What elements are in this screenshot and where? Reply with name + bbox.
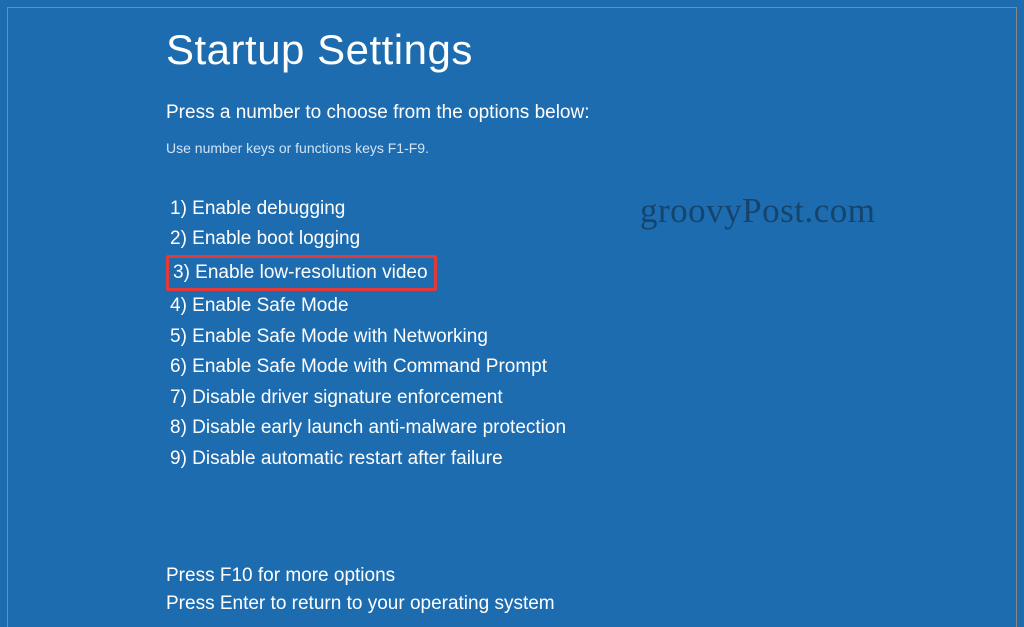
option-8-disable-anti-malware[interactable]: 8) Disable early launch anti-malware pro… bbox=[166, 413, 572, 443]
instruction-subtitle: Press a number to choose from the option… bbox=[166, 102, 1016, 124]
main-content: Startup Settings Press a number to choos… bbox=[8, 8, 1016, 619]
option-1-debugging[interactable]: 1) Enable debugging bbox=[166, 194, 351, 224]
option-4-safe-mode[interactable]: 4) Enable Safe Mode bbox=[166, 291, 355, 321]
watermark-text: groovyPost.com bbox=[640, 191, 875, 231]
footer-instructions: Press F10 for more options Press Enter t… bbox=[166, 562, 1016, 619]
key-hint: Use number keys or functions keys F1-F9. bbox=[166, 140, 1016, 156]
footer-return: Press Enter to return to your operating … bbox=[166, 590, 1016, 619]
option-9-disable-auto-restart[interactable]: 9) Disable automatic restart after failu… bbox=[166, 444, 509, 474]
option-3-low-resolution-video[interactable]: 3) Enable low-resolution video bbox=[166, 255, 437, 291]
footer-more-options: Press F10 for more options bbox=[166, 562, 1016, 591]
options-list: 1) Enable debugging 2) Enable boot loggi… bbox=[166, 194, 1016, 474]
option-5-safe-mode-networking[interactable]: 5) Enable Safe Mode with Networking bbox=[166, 322, 494, 352]
option-7-disable-driver-signature[interactable]: 7) Disable driver signature enforcement bbox=[166, 383, 509, 413]
option-6-safe-mode-command-prompt[interactable]: 6) Enable Safe Mode with Command Prompt bbox=[166, 352, 553, 382]
window-border: Startup Settings Press a number to choos… bbox=[7, 7, 1017, 627]
option-2-boot-logging[interactable]: 2) Enable boot logging bbox=[166, 224, 366, 254]
page-title: Startup Settings bbox=[166, 26, 1016, 74]
